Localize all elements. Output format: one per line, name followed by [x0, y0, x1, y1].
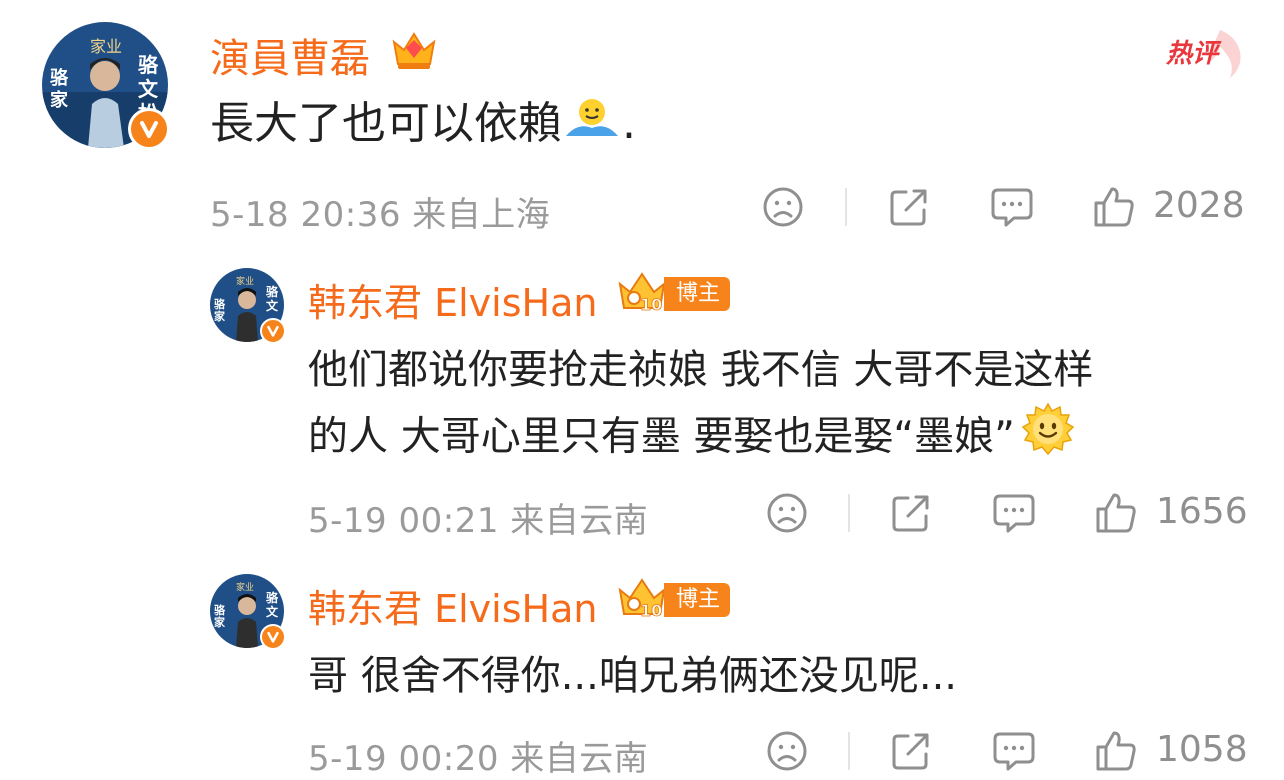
avatar[interactable]: 家业 骆 家 骆 文 [210, 574, 286, 650]
reply-timestamp: 5-19 00:20 来自云南 [308, 731, 648, 780]
sad-face-icon[interactable] [766, 730, 808, 776]
share-icon[interactable] [890, 730, 932, 776]
smile-sun-emoji-icon [1021, 402, 1075, 475]
svg-text:骆: 骆 [266, 590, 279, 605]
location: 来自上海 [412, 195, 551, 235]
svg-text:家: 家 [50, 89, 69, 111]
reply-line-text: 的人 大哥心里只有墨 要娶也是娶“墨娘” [308, 413, 1015, 460]
svg-text:家: 家 [214, 309, 226, 323]
like-count: 2028 [1153, 185, 1245, 226]
verified-icon [128, 108, 170, 150]
reply-timestamp: 5-19 00:21 来自云南 [308, 493, 648, 542]
svg-text:文: 文 [266, 298, 279, 313]
svg-text:骆: 骆 [214, 603, 226, 617]
svg-text:骆: 骆 [50, 67, 69, 89]
hug-emoji-icon [562, 96, 622, 156]
svg-text:家: 家 [214, 615, 226, 629]
comment-body: 長大了也可以依賴 [210, 98, 562, 149]
svg-text:骆: 骆 [266, 284, 279, 299]
timestamp: 5-18 20:36 [210, 195, 401, 235]
reply-text: 他们都说你要抢走祯娘 我不信 大哥不是这样 的人 大哥心里只有墨 要娶也是娶“墨… [308, 338, 1093, 475]
svg-text:骆: 骆 [138, 53, 159, 77]
avatar[interactable]: 家业 骆 家 骆 文 松 [42, 22, 170, 150]
level-number: 10 [640, 601, 662, 620]
username[interactable]: 韩东君 ElvisHan [308, 578, 597, 633]
location: 来自云南 [510, 739, 649, 779]
username[interactable]: 韩东君 ElvisHan [308, 272, 597, 327]
divider [848, 732, 850, 770]
thumbs-up-icon[interactable] [1094, 729, 1138, 777]
divider [845, 188, 847, 226]
share-icon[interactable] [888, 186, 930, 232]
level-crown-icon: 10 [616, 576, 668, 626]
avatar[interactable]: 家业 骆 家 骆 文 [210, 268, 286, 344]
like-count: 1058 [1156, 729, 1248, 770]
hot-comment-label: 热评 [1160, 24, 1250, 80]
comment-icon[interactable] [990, 186, 1034, 232]
verified-icon [260, 624, 286, 650]
svg-text:家业: 家业 [236, 275, 254, 287]
timestamp: 5-19 00:20 [308, 739, 499, 779]
verified-icon [260, 318, 286, 344]
vip-crown-icon [390, 28, 438, 76]
sad-face-icon[interactable] [762, 186, 804, 232]
svg-text:文: 文 [266, 604, 279, 619]
reply-line: 他们都说你要抢走祯娘 我不信 大哥不是这样 [308, 347, 1094, 393]
svg-text:家业: 家业 [236, 581, 254, 593]
thumbs-up-icon[interactable] [1094, 491, 1138, 539]
reply-text: 哥 很舍不得你...咱兄弟俩还没见呢... [308, 644, 957, 708]
avatar-text: 家业 [90, 37, 122, 56]
comment-icon[interactable] [992, 492, 1036, 538]
comment-timestamp: 5-18 20:36 来自上海 [210, 187, 550, 236]
sad-face-icon[interactable] [766, 492, 808, 538]
reply-line: 的人 大哥心里只有墨 要娶也是娶“墨娘” [308, 402, 1093, 475]
reply-line: 哥 很舍不得你...咱兄弟俩还没见呢... [308, 653, 958, 699]
share-icon[interactable] [890, 492, 932, 538]
comment-text: 長大了也可以依賴. [210, 96, 636, 156]
like-count: 1656 [1156, 491, 1248, 532]
comment-suffix: . [622, 98, 636, 149]
comment-icon[interactable] [992, 730, 1036, 776]
username[interactable]: 演員曹磊 [210, 26, 370, 84]
svg-text:文: 文 [138, 77, 159, 101]
divider [848, 494, 850, 532]
hot-label-text: 热评 [1165, 39, 1222, 69]
svg-text:骆: 骆 [214, 297, 226, 311]
thumbs-up-icon[interactable] [1092, 185, 1136, 233]
timestamp: 5-19 00:21 [308, 501, 499, 541]
hot-flame-icon: 热评 [1165, 30, 1241, 78]
blogger-badge: 博主 [664, 583, 731, 617]
level-crown-icon: 10 [616, 270, 668, 320]
level-number: 10 [640, 295, 662, 314]
blogger-badge: 博主 [664, 277, 731, 311]
location: 来自云南 [510, 501, 649, 541]
